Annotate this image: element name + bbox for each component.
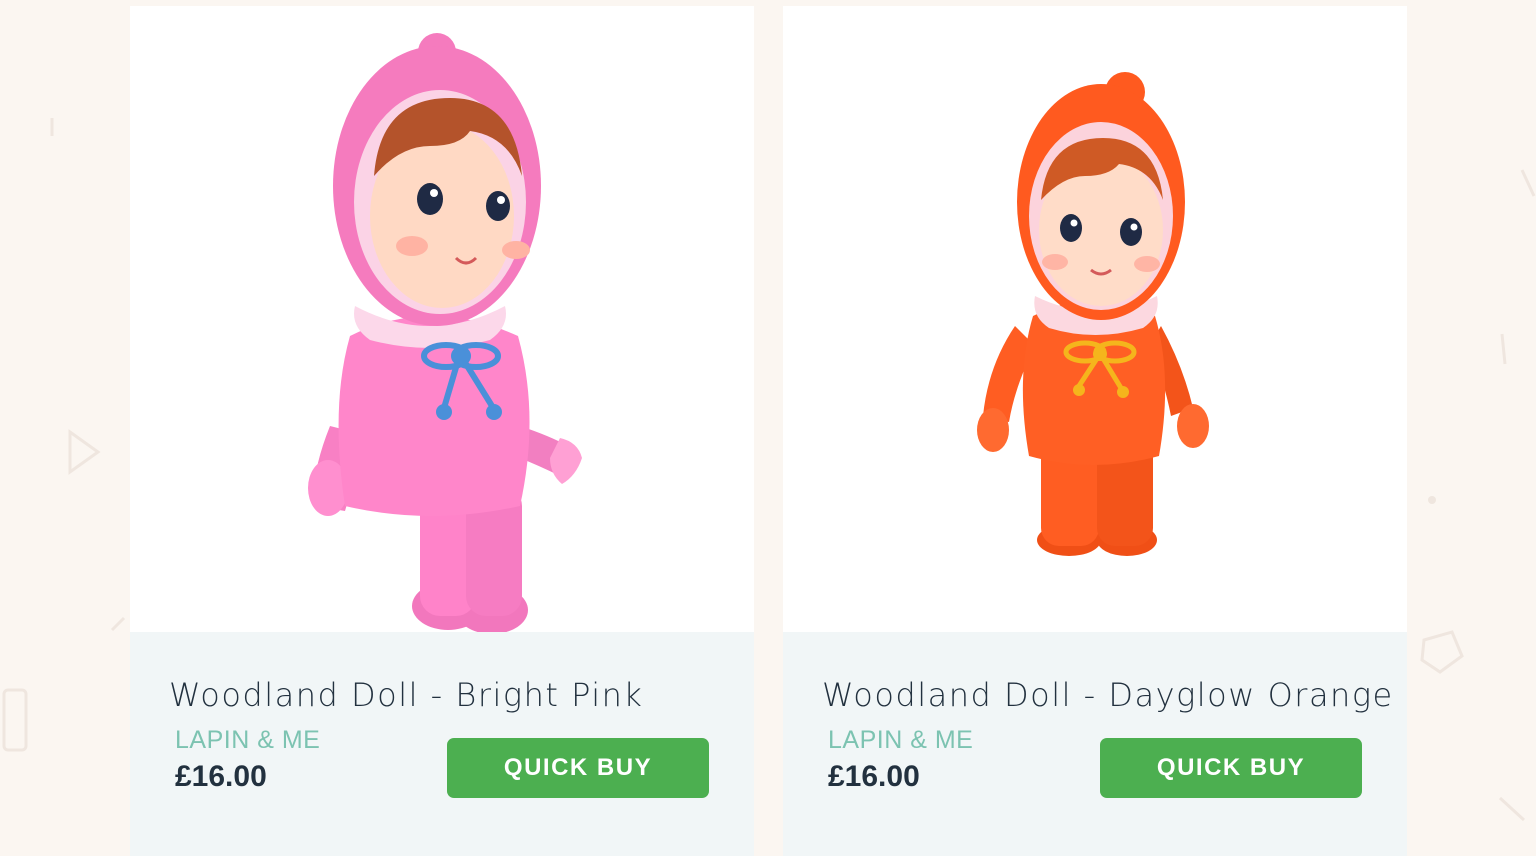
product-card-pink-doll[interactable]: Woodland Doll - Bright Pink LAPIN & ME £…	[130, 6, 754, 856]
product-card-orange-doll[interactable]: Woodland Doll - Dayglow Orange LAPIN & M…	[783, 6, 1407, 856]
product-title[interactable]: Woodland Doll - Dayglow Orange	[822, 676, 1394, 714]
pink-doll-image	[308, 33, 582, 632]
quick-buy-button[interactable]: QUICK BUY	[1100, 738, 1362, 798]
product-title[interactable]: Woodland Doll - Bright Pink	[169, 676, 643, 714]
product-price: £16.00	[175, 760, 267, 793]
product-price: £16.00	[828, 760, 920, 793]
product-info-pink-doll: Woodland Doll - Bright Pink LAPIN & ME £…	[130, 632, 754, 856]
product-image-orange-doll[interactable]	[783, 6, 1407, 632]
product-image-pink-doll[interactable]	[130, 6, 754, 632]
orange-doll-image	[977, 72, 1209, 556]
product-brand[interactable]: LAPIN & ME	[828, 726, 973, 755]
product-info-orange-doll: Woodland Doll - Dayglow Orange LAPIN & M…	[783, 632, 1407, 856]
product-brand[interactable]: LAPIN & ME	[175, 726, 320, 755]
quick-buy-button[interactable]: QUICK BUY	[447, 738, 709, 798]
